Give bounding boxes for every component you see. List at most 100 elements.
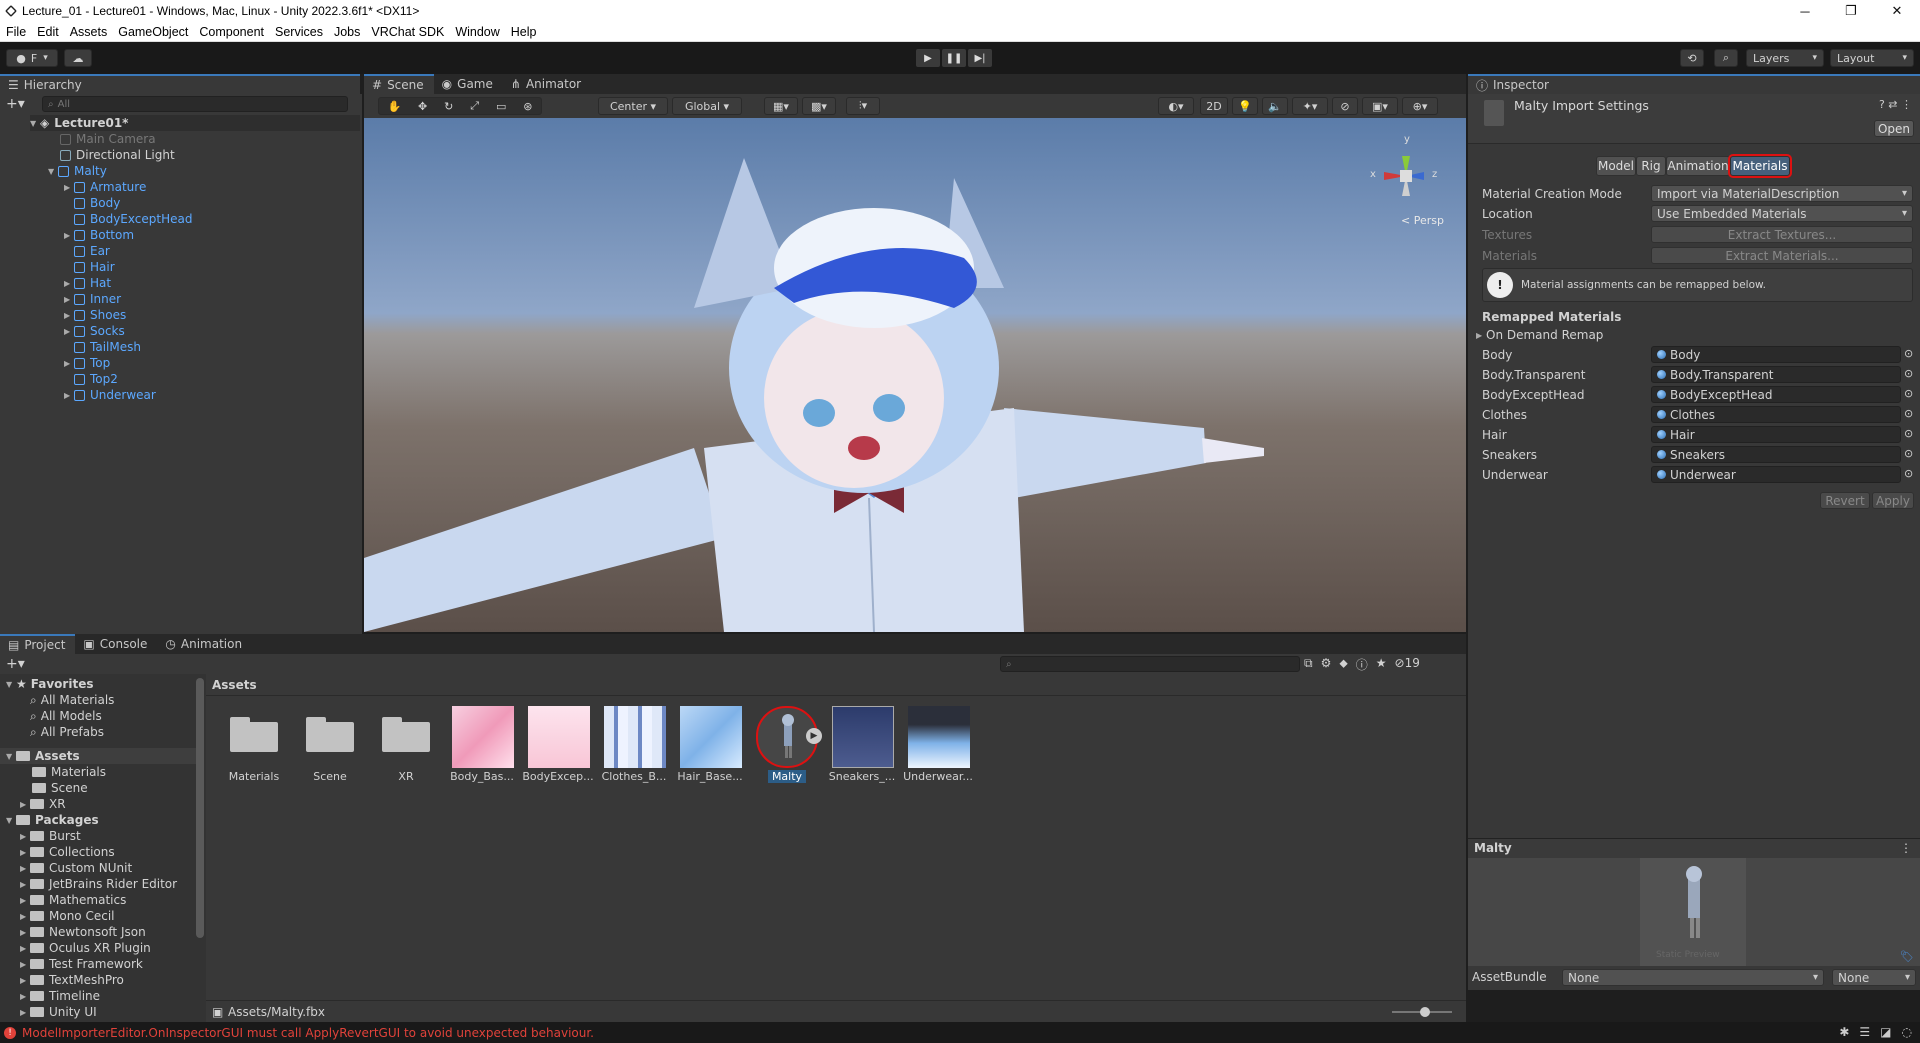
bug-icon[interactable]: ✱ bbox=[1839, 1025, 1849, 1039]
hierarchy-item-hat[interactable]: ▶ Hat bbox=[64, 275, 111, 291]
package-oculus-xr[interactable]: ▶ Oculus XR Plugin bbox=[20, 940, 151, 956]
rect-tool-icon[interactable]: ▭ bbox=[496, 100, 506, 113]
hand-tool-icon[interactable]: ✋ bbox=[387, 100, 401, 113]
assetbundle-variant-dropdown[interactable]: None bbox=[1832, 969, 1916, 986]
expand-play-icon[interactable]: ▶ bbox=[806, 728, 822, 744]
texture-thumb-clothes[interactable] bbox=[604, 706, 666, 768]
search-by-type-icon[interactable]: ⧉ bbox=[1304, 656, 1313, 673]
package-timeline[interactable]: ▶ Timeline bbox=[20, 988, 100, 1004]
package-newtonsoft[interactable]: ▶ Newtonsoft Json bbox=[20, 924, 146, 940]
package-custom-nunit[interactable]: ▶ Custom NUnit bbox=[20, 860, 132, 876]
menu-edit[interactable]: Edit bbox=[31, 25, 64, 39]
more-icon[interactable]: ⋮ bbox=[1900, 841, 1912, 855]
tag-icon[interactable]: 🏷 bbox=[1900, 950, 1914, 963]
search-by-label-icon[interactable]: ⚙ bbox=[1321, 656, 1332, 673]
texture-thumb-body[interactable] bbox=[452, 706, 514, 768]
object-picker-icon[interactable]: ⊙ bbox=[1904, 447, 1913, 460]
tab-inspector[interactable]: ⓘ Inspector bbox=[1468, 74, 1920, 94]
hierarchy-item-shoes[interactable]: ▶ Shoes bbox=[64, 307, 126, 323]
material-creation-mode-dropdown[interactable]: Import via MaterialDescription bbox=[1651, 185, 1913, 202]
package-jetbrains[interactable]: ▶ JetBrains Rider Editor bbox=[20, 876, 177, 892]
assets-root[interactable]: ▼ Assets bbox=[0, 748, 196, 764]
favorites-section[interactable]: ▼ ★ Favorites bbox=[6, 676, 93, 692]
favorite-all-prefabs[interactable]: ⌕ All Prefabs bbox=[30, 724, 104, 740]
history-icon[interactable]: ⟲ bbox=[1680, 49, 1704, 67]
tag-filter-icon[interactable]: ⬥ bbox=[1339, 656, 1347, 673]
tab-game[interactable]: ◉ Game bbox=[433, 74, 503, 94]
projection-label[interactable]: < Persp bbox=[1401, 214, 1444, 227]
layers-dropdown[interactable]: Layers ▾ bbox=[1746, 49, 1824, 67]
menu-assets[interactable]: Assets bbox=[64, 25, 113, 39]
pause-button[interactable]: ❚❚ bbox=[942, 49, 966, 67]
remap-field-underwear[interactable]: Underwear bbox=[1651, 466, 1901, 483]
assetbundle-dropdown[interactable]: None bbox=[1562, 969, 1824, 986]
object-picker-icon[interactable]: ⊙ bbox=[1904, 427, 1913, 440]
play-button[interactable]: ▶ bbox=[916, 49, 940, 67]
minimize-button[interactable]: ─ bbox=[1782, 0, 1828, 22]
status-message[interactable]: ModelImporterEditor.OnInspectorGUI must … bbox=[22, 1026, 594, 1040]
package-collections[interactable]: ▶ Collections bbox=[20, 844, 115, 860]
hierarchy-item-top[interactable]: ▶ Top bbox=[64, 355, 110, 371]
tab-scene[interactable]: # Scene bbox=[364, 74, 434, 94]
on-demand-remap-foldout[interactable]: ▶ On Demand Remap bbox=[1476, 326, 1603, 344]
menu-gameobject[interactable]: GameObject bbox=[112, 25, 193, 39]
texture-thumb-bodyexcepthead[interactable] bbox=[528, 706, 590, 768]
hierarchy-item-body[interactable]: Body bbox=[74, 195, 120, 211]
account-dropdown[interactable]: ● F ▾ bbox=[6, 49, 58, 67]
hierarchy-item-armature[interactable]: ▶ Armature bbox=[64, 179, 146, 195]
hierarchy-item-bottom[interactable]: ▶ Bottom bbox=[64, 227, 134, 243]
audio-toggle-icon[interactable]: 🔈 bbox=[1262, 97, 1288, 115]
asset-folder-scene[interactable] bbox=[306, 714, 354, 752]
menu-vrchat-sdk[interactable]: VRChat SDK bbox=[365, 25, 449, 39]
search-icon[interactable]: ⌕ bbox=[1714, 49, 1738, 67]
asset-folder-xr[interactable] bbox=[382, 714, 430, 752]
tab-model[interactable]: Model bbox=[1596, 156, 1636, 176]
pivot-center-dropdown[interactable]: Center ▾ bbox=[598, 97, 668, 115]
hierarchy-item-directional-light[interactable]: Directional Light bbox=[60, 147, 175, 163]
favorite-star-icon[interactable]: ★ bbox=[1376, 656, 1387, 673]
tab-animator[interactable]: ⋔ Animator bbox=[502, 74, 592, 94]
tree-scrollbar[interactable] bbox=[196, 678, 204, 938]
hierarchy-item-main-camera[interactable]: Main Camera bbox=[60, 131, 156, 147]
extract-materials-button[interactable]: Extract Materials... bbox=[1651, 247, 1913, 264]
location-dropdown[interactable]: Use Embedded Materials bbox=[1651, 205, 1913, 222]
tab-materials[interactable]: Materials bbox=[1730, 156, 1790, 176]
favorite-all-materials[interactable]: ⌕ All Materials bbox=[30, 692, 114, 708]
tab-animation[interactable]: Animation bbox=[1666, 156, 1730, 176]
rotate-tool-icon[interactable]: ↻ bbox=[444, 100, 453, 113]
hierarchy-item-bodyexcepthead[interactable]: BodyExceptHead bbox=[74, 211, 192, 227]
package-mono-cecil[interactable]: ▶ Mono Cecil bbox=[20, 908, 114, 924]
apply-button[interactable]: Apply bbox=[1872, 492, 1914, 509]
scene-root-row[interactable]: ▼ ◈ Lecture01* bbox=[30, 115, 360, 131]
hierarchy-item-top2[interactable]: Top2 bbox=[74, 371, 118, 387]
remap-field-hair[interactable]: Hair bbox=[1651, 426, 1901, 443]
remap-field-sneakers[interactable]: Sneakers bbox=[1651, 446, 1901, 463]
hierarchy-item-inner[interactable]: ▶ Inner bbox=[64, 291, 121, 307]
thumbnail-size-slider[interactable] bbox=[1392, 1007, 1452, 1017]
lighting-toggle-icon[interactable]: 💡 bbox=[1232, 97, 1258, 115]
cloud-icon[interactable]: ☁ bbox=[64, 49, 92, 67]
hierarchy-item-malty[interactable]: ▼ Malty bbox=[48, 163, 107, 179]
draw-mode-icon[interactable]: ◐▾ bbox=[1158, 97, 1194, 115]
object-picker-icon[interactable]: ⊙ bbox=[1904, 387, 1913, 400]
favorite-all-models[interactable]: ⌕ All Models bbox=[30, 708, 102, 724]
move-tool-icon[interactable]: ✥ bbox=[418, 100, 427, 113]
slider-thumb[interactable] bbox=[1420, 1007, 1430, 1017]
tree-folder-materials[interactable]: Materials bbox=[32, 764, 106, 780]
tab-animation[interactable]: ◷ Animation bbox=[157, 634, 253, 654]
grid-snap-icon[interactable]: ▦▾ bbox=[764, 97, 798, 115]
open-button[interactable]: Open bbox=[1874, 120, 1914, 137]
tab-rig[interactable]: Rig bbox=[1636, 156, 1666, 176]
project-search-input[interactable]: ⌕ bbox=[1000, 656, 1300, 672]
asset-folder-materials[interactable] bbox=[230, 714, 278, 752]
hierarchy-item-underwear[interactable]: ▶ Underwear bbox=[64, 387, 156, 403]
object-picker-icon[interactable]: ⊙ bbox=[1904, 367, 1913, 380]
layout-dropdown[interactable]: Layout ▾ bbox=[1830, 49, 1914, 67]
object-picker-icon[interactable]: ⊙ bbox=[1904, 467, 1913, 480]
package-unity-ui[interactable]: ▶ Unity UI bbox=[20, 1004, 97, 1020]
transform-tool-icon[interactable]: ⊛ bbox=[523, 100, 532, 113]
header-menu-icons[interactable]: ? ⇄ ⋮ bbox=[1879, 98, 1912, 111]
menu-services[interactable]: Services bbox=[269, 25, 328, 39]
tab-hierarchy[interactable]: ☰ Hierarchy bbox=[0, 74, 360, 94]
snap-increment-icon[interactable]: ▩▾ bbox=[802, 97, 836, 115]
